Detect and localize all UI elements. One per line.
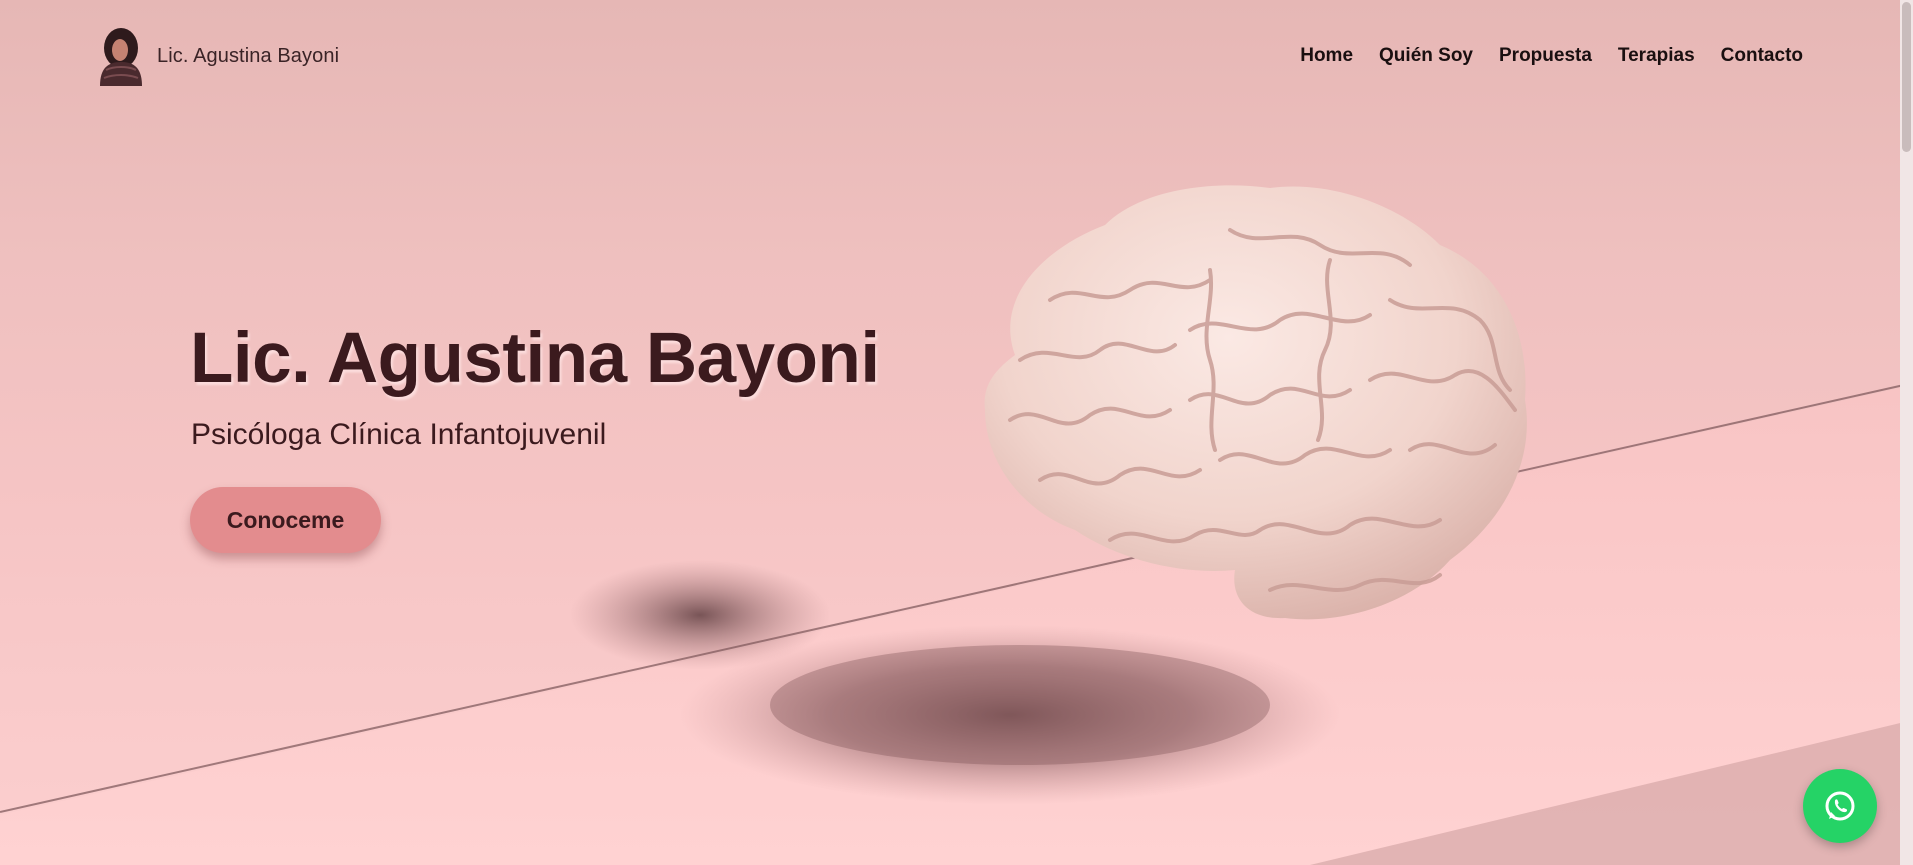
page-scrollbar[interactable] — [1900, 0, 1913, 865]
hero-subtitle: Psicóloga Clínica Infantojuvenil — [191, 418, 607, 451]
brand-name: Lic. Agustina Bayoni — [157, 44, 340, 67]
nav-item-contacto[interactable]: Contacto — [1721, 45, 1803, 67]
hero-title: Lic. Agustina Bayoni — [190, 319, 880, 398]
conoceme-button[interactable]: Conoceme — [190, 487, 381, 553]
hero-section: Lic. Agustina Bayoni Home Quién Soy Prop… — [0, 0, 1913, 865]
nav-item-terapias[interactable]: Terapias — [1618, 45, 1695, 67]
nav-links: Home Quién Soy Propuesta Terapias Contac… — [1300, 45, 1803, 67]
scrollbar-thumb[interactable] — [1902, 2, 1911, 152]
nav-item-propuesta[interactable]: Propuesta — [1499, 45, 1592, 67]
top-navbar: Lic. Agustina Bayoni Home Quién Soy Prop… — [0, 0, 1900, 112]
nav-item-home[interactable]: Home — [1300, 45, 1353, 67]
brand-link[interactable]: Lic. Agustina Bayoni — [96, 26, 339, 86]
woman-portrait-logo-icon — [100, 28, 142, 86]
nav-item-quien-soy[interactable]: Quién Soy — [1379, 45, 1473, 67]
whatsapp-button[interactable] — [1803, 769, 1877, 843]
whatsapp-icon — [1825, 791, 1855, 821]
